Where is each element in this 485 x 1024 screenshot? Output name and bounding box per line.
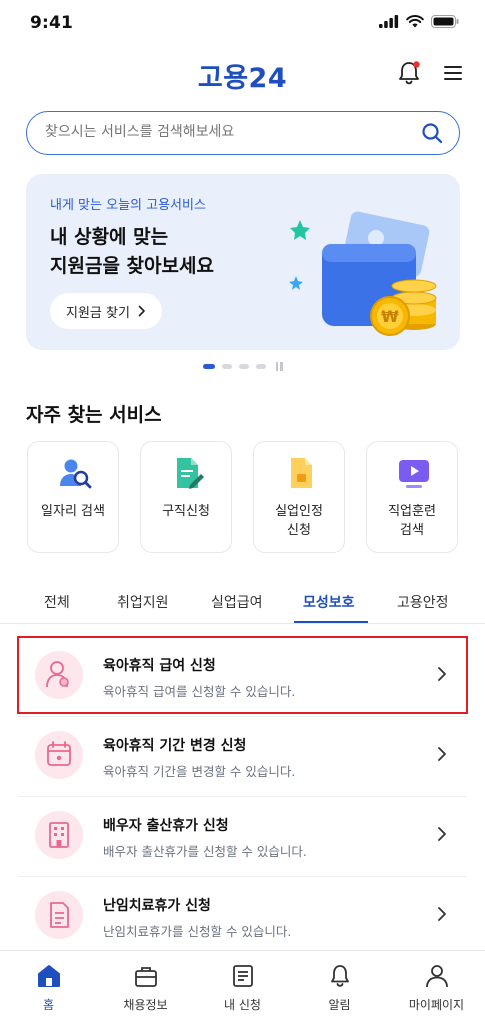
- chevron-right-icon: [438, 907, 446, 921]
- nav-notifications[interactable]: 알림: [291, 951, 388, 1024]
- active-tab-indicator: [294, 621, 368, 623]
- app-header: 고용24: [0, 48, 485, 104]
- list-item[interactable]: 육아휴직 급여 신청 육아휴직 급여를 신청할 수 있습니다.: [17, 636, 468, 714]
- status-time: 9:41: [30, 13, 74, 33]
- category-tabs: 전체 취업지원 실업급여 모성보호 고용안정: [0, 580, 485, 624]
- document-pen-icon: [177, 458, 204, 489]
- promo-banner[interactable]: 내게 맞는 오늘의 고용서비스 내 상황에 맞는 지원금을 찾아보세요 지원금 …: [26, 174, 460, 350]
- pager-dot[interactable]: [238, 364, 249, 369]
- status-bar: 9:41: [0, 0, 485, 48]
- signal-icon: [379, 15, 399, 28]
- service-job-search[interactable]: 일자리 검색: [27, 441, 119, 553]
- bottom-nav: 홈 채용정보 내 신청 알림 마이페이지: [0, 950, 485, 1024]
- tab-employment-support[interactable]: 취업지원: [117, 592, 169, 612]
- nav-label: 홈: [42, 998, 55, 1012]
- list-item[interactable]: 난임치료휴가 신청 난임치료휴가를 신청할 수 있습니다.: [18, 877, 467, 953]
- nav-label: 채용정보: [123, 998, 168, 1012]
- wallet-coins-illustration: ₩: [289, 211, 437, 336]
- status-icons: [379, 15, 459, 28]
- list-item[interactable]: 배우자 출산휴가 신청 배우자 출산휴가를 신청할 수 있습니다.: [18, 797, 467, 873]
- chevron-right-icon: [438, 667, 446, 681]
- chevron-right-icon: [438, 747, 446, 761]
- notification-bell-icon[interactable]: [394, 58, 424, 88]
- calendar-icon: [35, 731, 83, 779]
- service-job-application[interactable]: 구직신청: [140, 441, 232, 553]
- nav-my-page[interactable]: 마이페이지: [388, 951, 485, 1024]
- nav-my-applications[interactable]: 내 신청: [194, 951, 291, 1024]
- nav-label: 알림: [328, 998, 351, 1012]
- person-search-icon: [60, 459, 92, 489]
- service-training-search[interactable]: 직업훈련 검색: [366, 441, 458, 553]
- document-yellow-icon: [291, 458, 312, 488]
- video-training-icon: [399, 460, 429, 488]
- banner-pager: [0, 362, 485, 371]
- battery-icon: [431, 15, 459, 28]
- home-icon: [38, 965, 60, 987]
- list-item-desc: 배우자 출산휴가를 신청할 수 있습니다.: [103, 844, 307, 859]
- quick-services: 일자리 검색 구직신청 실업인정 신청 직업훈련 검색: [27, 441, 459, 553]
- tab-all[interactable]: 전체: [44, 592, 70, 612]
- chevron-right-icon: [438, 827, 446, 841]
- list-item-desc: 육아휴직 급여를 신청할 수 있습니다.: [103, 684, 296, 699]
- section-title: 자주 찾는 서비스: [26, 404, 162, 426]
- tab-unemployment-benefits[interactable]: 실업급여: [211, 592, 263, 612]
- list-item-title: 육아휴직 급여 신청: [103, 658, 216, 674]
- list-item-title: 배우자 출산휴가 신청: [103, 818, 229, 834]
- nav-jobs[interactable]: 채용정보: [97, 951, 194, 1024]
- service-label: 실업인정 신청: [275, 504, 323, 538]
- clipboard-icon: [233, 965, 253, 987]
- person-icon: [426, 965, 448, 988]
- svg-text:₩: ₩: [381, 307, 399, 326]
- nav-label: 내 신청: [224, 998, 261, 1012]
- list-item-title: 난임치료휴가 신청: [103, 898, 211, 914]
- nav-home[interactable]: 홈: [0, 951, 97, 1024]
- banner-subtitle: 내게 맞는 오늘의 고용서비스: [50, 198, 206, 213]
- tab-maternity-protection[interactable]: 모성보호: [303, 592, 355, 612]
- banner-title: 내 상황에 맞는 지원금을 찾아보세요: [50, 226, 214, 277]
- service-label: 직업훈련 검색: [388, 504, 436, 538]
- service-label: 일자리 검색: [41, 504, 105, 519]
- search-icon[interactable]: [421, 122, 443, 144]
- tab-employment-stability[interactable]: 고용안정: [397, 592, 449, 612]
- list-item-title: 육아휴직 기간 변경 신청: [103, 738, 247, 754]
- bell-icon: [331, 965, 349, 987]
- find-subsidy-button[interactable]: 지원금 찾기: [50, 293, 162, 329]
- mother-child-icon: [35, 651, 83, 699]
- pager-dot-active[interactable]: [202, 364, 215, 369]
- document-icon: [35, 891, 83, 939]
- pause-icon[interactable]: [275, 362, 283, 371]
- hamburger-menu-icon[interactable]: [440, 60, 466, 86]
- list-item[interactable]: 육아휴직 기간 변경 신청 육아휴직 기간을 변경할 수 있습니다.: [18, 717, 467, 793]
- service-label: 구직신청: [162, 504, 210, 519]
- building-icon: [35, 811, 83, 859]
- search-bar[interactable]: [26, 111, 460, 155]
- nav-label: 마이페이지: [408, 998, 465, 1012]
- chevron-right-icon: [138, 305, 145, 317]
- wifi-icon: [406, 15, 424, 28]
- find-subsidy-label: 지원금 찾기: [66, 305, 130, 321]
- briefcase-icon: [135, 967, 157, 987]
- pager-dot[interactable]: [255, 364, 266, 369]
- search-input[interactable]: [45, 124, 395, 140]
- service-unemployment-recognition[interactable]: 실업인정 신청: [253, 441, 345, 553]
- list-item-desc: 난임치료휴가를 신청할 수 있습니다.: [103, 924, 292, 939]
- list-item-desc: 육아휴직 기간을 변경할 수 있습니다.: [103, 764, 296, 779]
- pager-dot[interactable]: [221, 364, 232, 369]
